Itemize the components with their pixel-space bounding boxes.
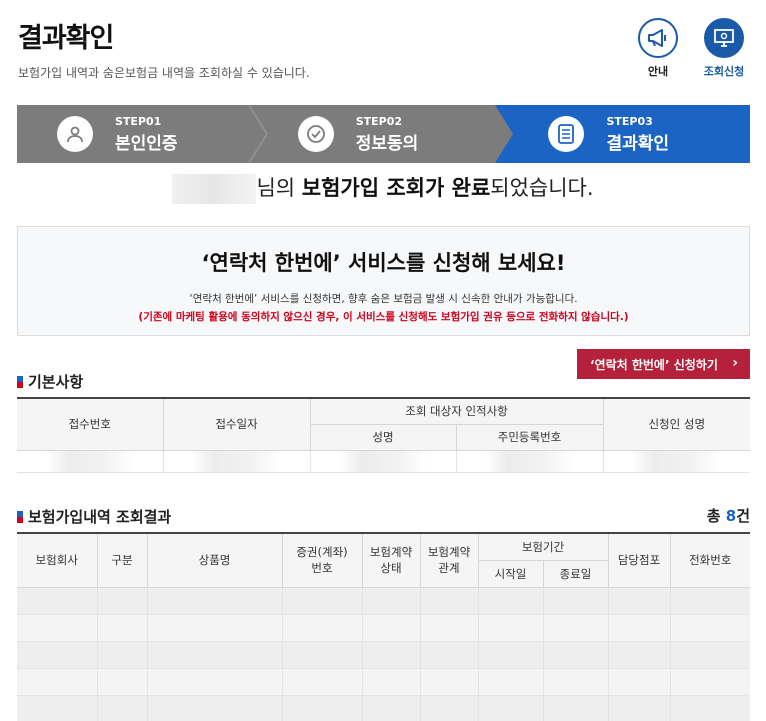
col-resident-no: 주민등록번호: [455, 423, 603, 451]
masked-cell: [162, 449, 311, 473]
count-value: 8: [725, 507, 737, 525]
msg-bold: 보험가입 조회가 완료: [301, 176, 491, 200]
col-receipt-date: 접수일자: [162, 397, 311, 451]
megaphone-icon: [638, 18, 678, 58]
col-branch: 담당점포: [607, 532, 671, 588]
results-heading: 보험가입내역 조회결과: [17, 506, 171, 527]
monitor-icon: [704, 18, 744, 58]
promo-title: ‘연락처 한번에’ 서비스를 신청해 보세요!: [201, 251, 566, 275]
apply-button-label: ‘연락처 한번에’ 신청하기: [590, 357, 718, 372]
table-row: [17, 449, 750, 473]
masked-cell: [17, 449, 164, 473]
masked-cell: [602, 449, 750, 473]
step-number: STEP02: [355, 114, 403, 128]
page-subtitle: 보험가입 내역과 숨은보험금 내역을 조회하실 수 있습니다.: [18, 66, 310, 80]
table-row: [17, 613, 750, 642]
masked-user-name: [172, 174, 257, 204]
result-count: 총 8건: [707, 505, 750, 526]
table-row: [17, 694, 750, 721]
promo-warning: (기존에 마케팅 활용에 동의하지 않으신 경우, 이 서비스를 신청해도 보험…: [138, 311, 629, 323]
basic-info-table: 접수번호 접수일자 조회 대상자 인적사항 신청인 성명 성명 주민등록번호: [17, 397, 750, 473]
col-product: 상품명: [146, 532, 283, 588]
count-prefix: 총: [706, 507, 726, 525]
table-row: [17, 667, 750, 696]
step-1: STEP01 본인인증: [17, 105, 258, 163]
guide-label: 안내: [647, 65, 669, 78]
step-number: STEP03: [606, 114, 653, 128]
col-phone: 전화번호: [669, 532, 750, 588]
col-company: 보험회사: [17, 532, 98, 588]
masked-cell: [309, 449, 457, 473]
table-row: [17, 586, 750, 615]
apply-inquiry-button[interactable]: 조회신청: [694, 18, 754, 79]
col-end-date: 종료일: [542, 559, 608, 588]
msg-suffix: 되었습니다.: [490, 176, 594, 200]
step-name: 정보동의: [355, 133, 419, 154]
step-3: STEP03 결과확인: [498, 105, 750, 163]
step-name: 결과확인: [606, 133, 669, 154]
col-period: 보험기간: [477, 532, 609, 561]
table-row: [17, 640, 750, 669]
col-contract-relation: 보험계약 관계: [419, 532, 479, 588]
col-type: 구분: [96, 532, 148, 588]
col-name: 성명: [310, 423, 457, 451]
promo-description: ‘연락처 한번에’ 서비스를 신청하면, 향후 숨은 보험금 발생 시 신속한 …: [189, 293, 578, 305]
completion-message: 님의 보험가입 조회가 완료되었습니다.: [0, 172, 766, 204]
guide-button[interactable]: 안내: [628, 18, 688, 79]
person-icon: [57, 116, 93, 152]
step-2: STEP02 정보동의: [258, 105, 499, 163]
step-indicator: STEP01 본인인증 STEP02 정보동의 STEP03 결과확인: [17, 105, 750, 163]
count-suffix: 건: [736, 507, 750, 525]
apply-label: 조회신청: [703, 65, 745, 78]
step-name: 본인인증: [115, 133, 178, 154]
contact-service-promo: ‘연락처 한번에’ 서비스를 신청해 보세요! ‘연락처 한번에’ 서비스를 신…: [17, 226, 750, 336]
page-title: 결과확인: [18, 23, 114, 54]
step-number: STEP01: [115, 114, 162, 128]
chevron-right-icon: ›: [732, 355, 738, 371]
flag-icon: [17, 375, 23, 388]
contact-service-apply-button[interactable]: ‘연락처 한번에’ 신청하기 ›: [577, 349, 750, 379]
col-start-date: 시작일: [478, 559, 544, 588]
results-title: 보험가입내역 조회결과: [28, 508, 172, 526]
check-icon: [297, 116, 334, 152]
col-receipt-no: 접수번호: [17, 397, 164, 451]
masked-cell: [455, 449, 604, 473]
col-target-group: 조회 대상자 인적사항: [309, 397, 604, 425]
document-icon: [548, 116, 585, 152]
basic-info-title: 기본사항: [28, 373, 84, 391]
col-applicant: 신청인 성명: [602, 397, 750, 451]
msg-prefix: 님의: [256, 176, 302, 200]
flag-icon: [17, 510, 23, 523]
basic-info-heading: 기본사항: [17, 371, 83, 392]
insurance-results-table: 보험회사 구분 상품명 증권(계좌) 번호 보험계약 상태 보험계약 관계 보험기간 …: [17, 532, 750, 721]
col-contract-status: 보험계약 상태: [361, 532, 421, 588]
col-policy-no: 증권(계좌) 번호: [281, 532, 363, 588]
